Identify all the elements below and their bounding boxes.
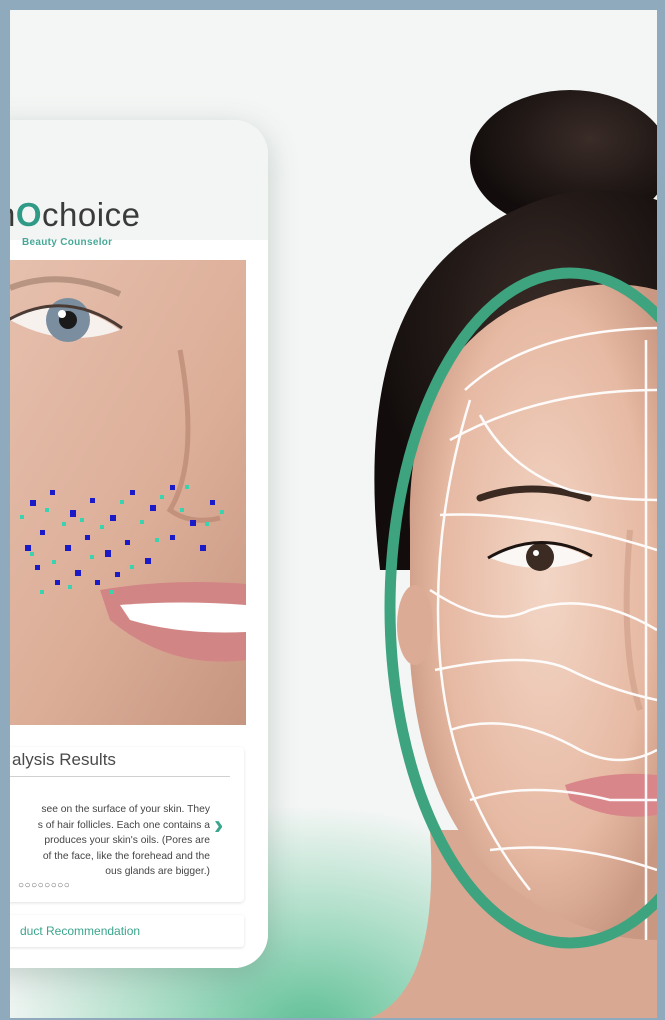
promo-frame: nOchoice Beauty Counselor [10, 10, 657, 1018]
divider [10, 776, 230, 777]
description-line: of the face, like the forehead and the [42, 850, 210, 862]
phone-mockup: nOchoice Beauty Counselor [10, 120, 268, 968]
description-line: s of hair follicles. Each one contains a [37, 819, 210, 831]
analysis-results-title: alysis Results [12, 750, 116, 769]
brand-tagline: Beauty Counselor [22, 237, 113, 248]
description-line: see on the surface of your skin. They [41, 804, 210, 815]
description-line: ous glands are bigger.) [105, 866, 210, 877]
app-header: nOchoice Beauty Counselor [10, 120, 260, 250]
analysis-description: see on the surface of your skin. They s … [10, 802, 210, 880]
pagination-dots[interactable]: ○○○○○○○○ [18, 880, 70, 891]
brand-logo: nOchoice [10, 196, 141, 233]
chevron-right-icon[interactable]: › [214, 811, 234, 839]
description-line: produces your skin's oils. (Pores are [44, 835, 210, 846]
product-recommendation-label: duct Recommendation [20, 924, 141, 938]
skin-analysis-photo [10, 260, 246, 725]
